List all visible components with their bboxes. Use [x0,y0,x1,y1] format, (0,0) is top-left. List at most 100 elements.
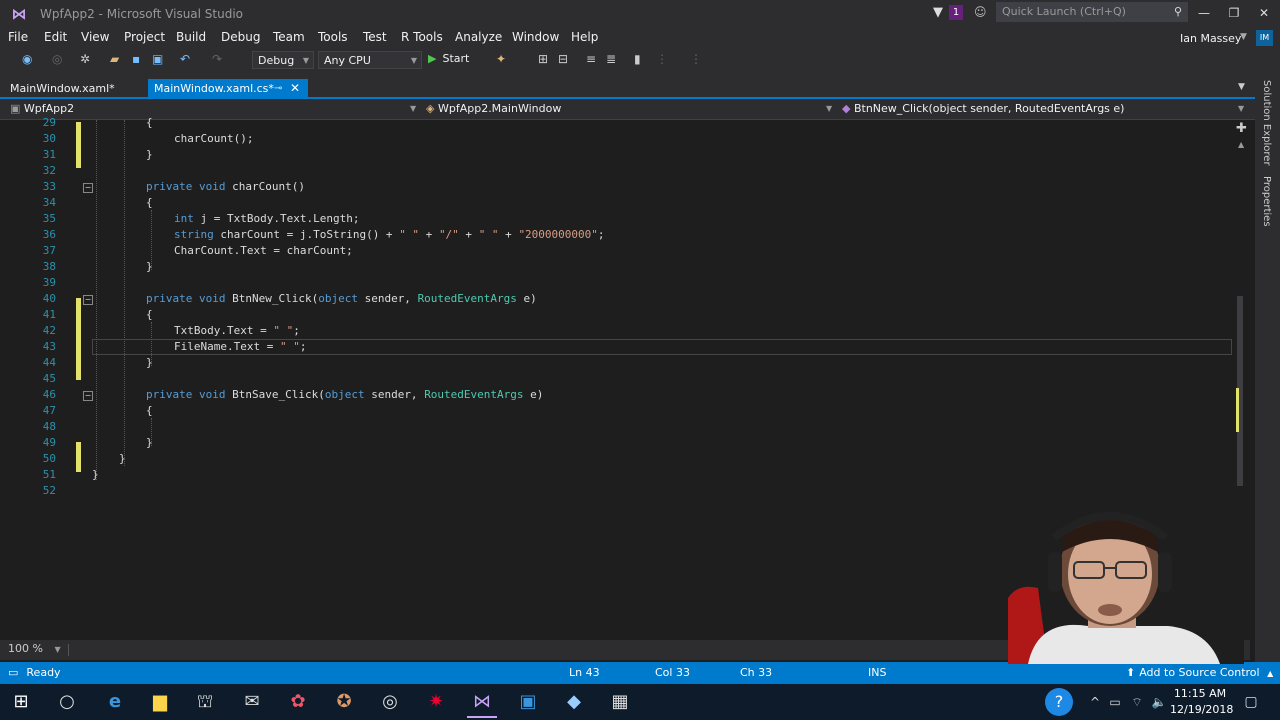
chevron-down-icon[interactable]: ▼ [410,104,416,113]
undo-icon[interactable]: ↶ [180,52,190,66]
file-explorer-icon[interactable]: ▆ [145,690,175,714]
configuration-select[interactable]: Debug ▼ [252,51,314,69]
menu-help[interactable]: Help [571,30,598,44]
mail-icon[interactable]: ✉ [237,690,267,714]
line-number: 36 [42,228,56,241]
platform-select[interactable]: Any CPU ▼ [318,51,422,69]
insert-mode: INS [868,666,887,679]
start-button[interactable]: ▶ Start [428,52,469,65]
class-dropdown[interactable]: ◈ WpfApp2.MainWindow [426,102,561,115]
app-icon[interactable]: ✷ [421,690,451,714]
menu-tools[interactable]: Tools [318,30,348,44]
system-clock[interactable]: 11:15 AM 12/19/2018 [1170,686,1234,718]
menu-window[interactable]: Window [512,30,559,44]
app-icon[interactable]: ▣ [513,690,543,714]
browser-link-icon[interactable]: ✦ [496,52,506,66]
forward-icon[interactable]: ◎ [52,52,62,66]
menu-r-tools[interactable]: R Tools [401,30,443,44]
menu-build[interactable]: Build [176,30,206,44]
edge-browser-icon[interactable]: e [100,690,130,714]
restore-button[interactable]: ❐ [1218,4,1250,22]
store-icon[interactable]: ⛫ [190,690,220,714]
back-icon[interactable]: ◉ [22,52,32,66]
pin-icon[interactable]: ⊸ [274,79,282,98]
indent-icon[interactable]: ≡ [586,52,596,66]
tab-mainwindow-xaml-cs[interactable]: MainWindow.xaml.cs* ⊸ ✕ [148,79,308,98]
column-position: Col 33 [655,666,690,679]
help-icon[interactable]: ? [1045,688,1073,716]
code-line: private void BtnSave_Click(object sender… [146,388,544,401]
close-tab-icon[interactable]: ✕ [290,79,300,98]
tab-mainwindow-xaml[interactable]: MainWindow.xaml* [0,79,145,98]
app-icon[interactable]: ✪ [329,690,359,714]
visual-studio-taskbar-icon[interactable]: ⋈ [467,690,497,718]
menu-edit[interactable]: Edit [44,30,67,44]
line-number: 31 [42,148,56,161]
user-name[interactable]: Ian Massey [1180,32,1241,45]
menu-team[interactable]: Team [273,30,305,44]
prev-bookmark-icon[interactable]: ⋮ [656,52,668,66]
scroll-up-icon[interactable]: ▲ [1238,140,1244,149]
change-marker [76,122,81,168]
horizontal-scroll-separator [68,644,79,656]
chrome-icon[interactable]: ◎ [375,690,405,714]
code-line: charCount(); [174,132,254,145]
step-over-icon[interactable]: ⊟ [558,52,568,66]
solution-explorer-tab[interactable]: Solution Explorer [1261,80,1272,166]
split-editor-icon[interactable]: ✚ [1236,121,1247,136]
step-into-icon[interactable]: ⊞ [538,52,548,66]
code-line: } [146,356,153,369]
code-line: } [119,452,126,465]
add-to-source-control-button[interactable]: ⬆ Add to Source Control ▲ [1126,666,1273,679]
save-all-icon[interactable]: ▣ [152,52,163,66]
filter-icon[interactable]: ▼ [933,5,943,20]
clock-date: 12/19/2018 [1170,703,1234,716]
redo-icon[interactable]: ↷ [212,52,222,66]
line-number: 44 [42,356,56,369]
close-button[interactable]: ✕ [1248,4,1280,22]
search-icon: ⚲ [1173,5,1182,18]
collapse-icon[interactable]: − [83,183,93,193]
new-project-icon[interactable]: ✲ [80,52,90,66]
zoom-level-dropdown[interactable]: 100 % ▼ [8,642,61,655]
menu-debug[interactable]: Debug [221,30,260,44]
chevron-down-icon[interactable]: ▼ [1238,104,1244,113]
collapse-icon[interactable]: − [83,391,93,401]
app-icon[interactable]: ✿ [283,690,313,714]
notifications-badge[interactable]: 1 [949,5,963,20]
feedback-icon[interactable]: ☺ [974,5,987,19]
cortana-icon[interactable]: ○ [52,690,82,714]
menu-analyze[interactable]: Analyze [455,30,502,44]
outdent-icon[interactable]: ≣ [606,52,616,66]
next-bookmark-icon[interactable]: ⋮ [690,52,702,66]
chevron-down-icon[interactable]: ▼ [826,104,832,113]
change-map-marker [1236,388,1239,432]
menu-project[interactable]: Project [124,30,165,44]
tab-list-dropdown-icon[interactable]: ▼ [1238,82,1245,92]
avatar[interactable]: IM [1256,30,1273,46]
project-dropdown[interactable]: ▣ WpfApp2 [10,102,74,115]
notification-center-icon[interactable]: ▢ [1236,690,1266,714]
open-file-icon[interactable]: ▰ [110,52,119,66]
menu-view[interactable]: View [81,30,109,44]
tab-label: MainWindow.xaml.cs* [154,82,274,95]
chevron-down-icon[interactable]: ▼ [1240,32,1247,42]
menu-file[interactable]: File [8,30,28,44]
menu-test[interactable]: Test [363,30,387,44]
collapse-icon[interactable]: − [83,295,93,305]
save-icon[interactable]: ▪ [132,52,140,66]
app-icon[interactable]: ◆ [559,690,589,714]
calculator-icon[interactable]: ▦ [605,690,635,714]
bookmark-icon[interactable]: ▮ [634,52,641,66]
line-number: 52 [42,484,56,497]
member-dropdown[interactable]: ◆ BtnNew_Click(object sender, RoutedEven… [842,102,1124,115]
windows-start-icon[interactable]: ⊞ [6,690,36,714]
minimize-button[interactable]: — [1188,4,1220,22]
code-line: { [146,404,153,417]
line-number: 45 [42,372,56,385]
quick-launch-input[interactable]: Quick Launch (Ctrl+Q) ⚲ [996,2,1188,22]
character-position: Ch 33 [740,666,773,679]
webcam-overlay [1008,508,1244,664]
code-line: } [146,148,153,161]
properties-tab[interactable]: Properties [1261,176,1272,227]
